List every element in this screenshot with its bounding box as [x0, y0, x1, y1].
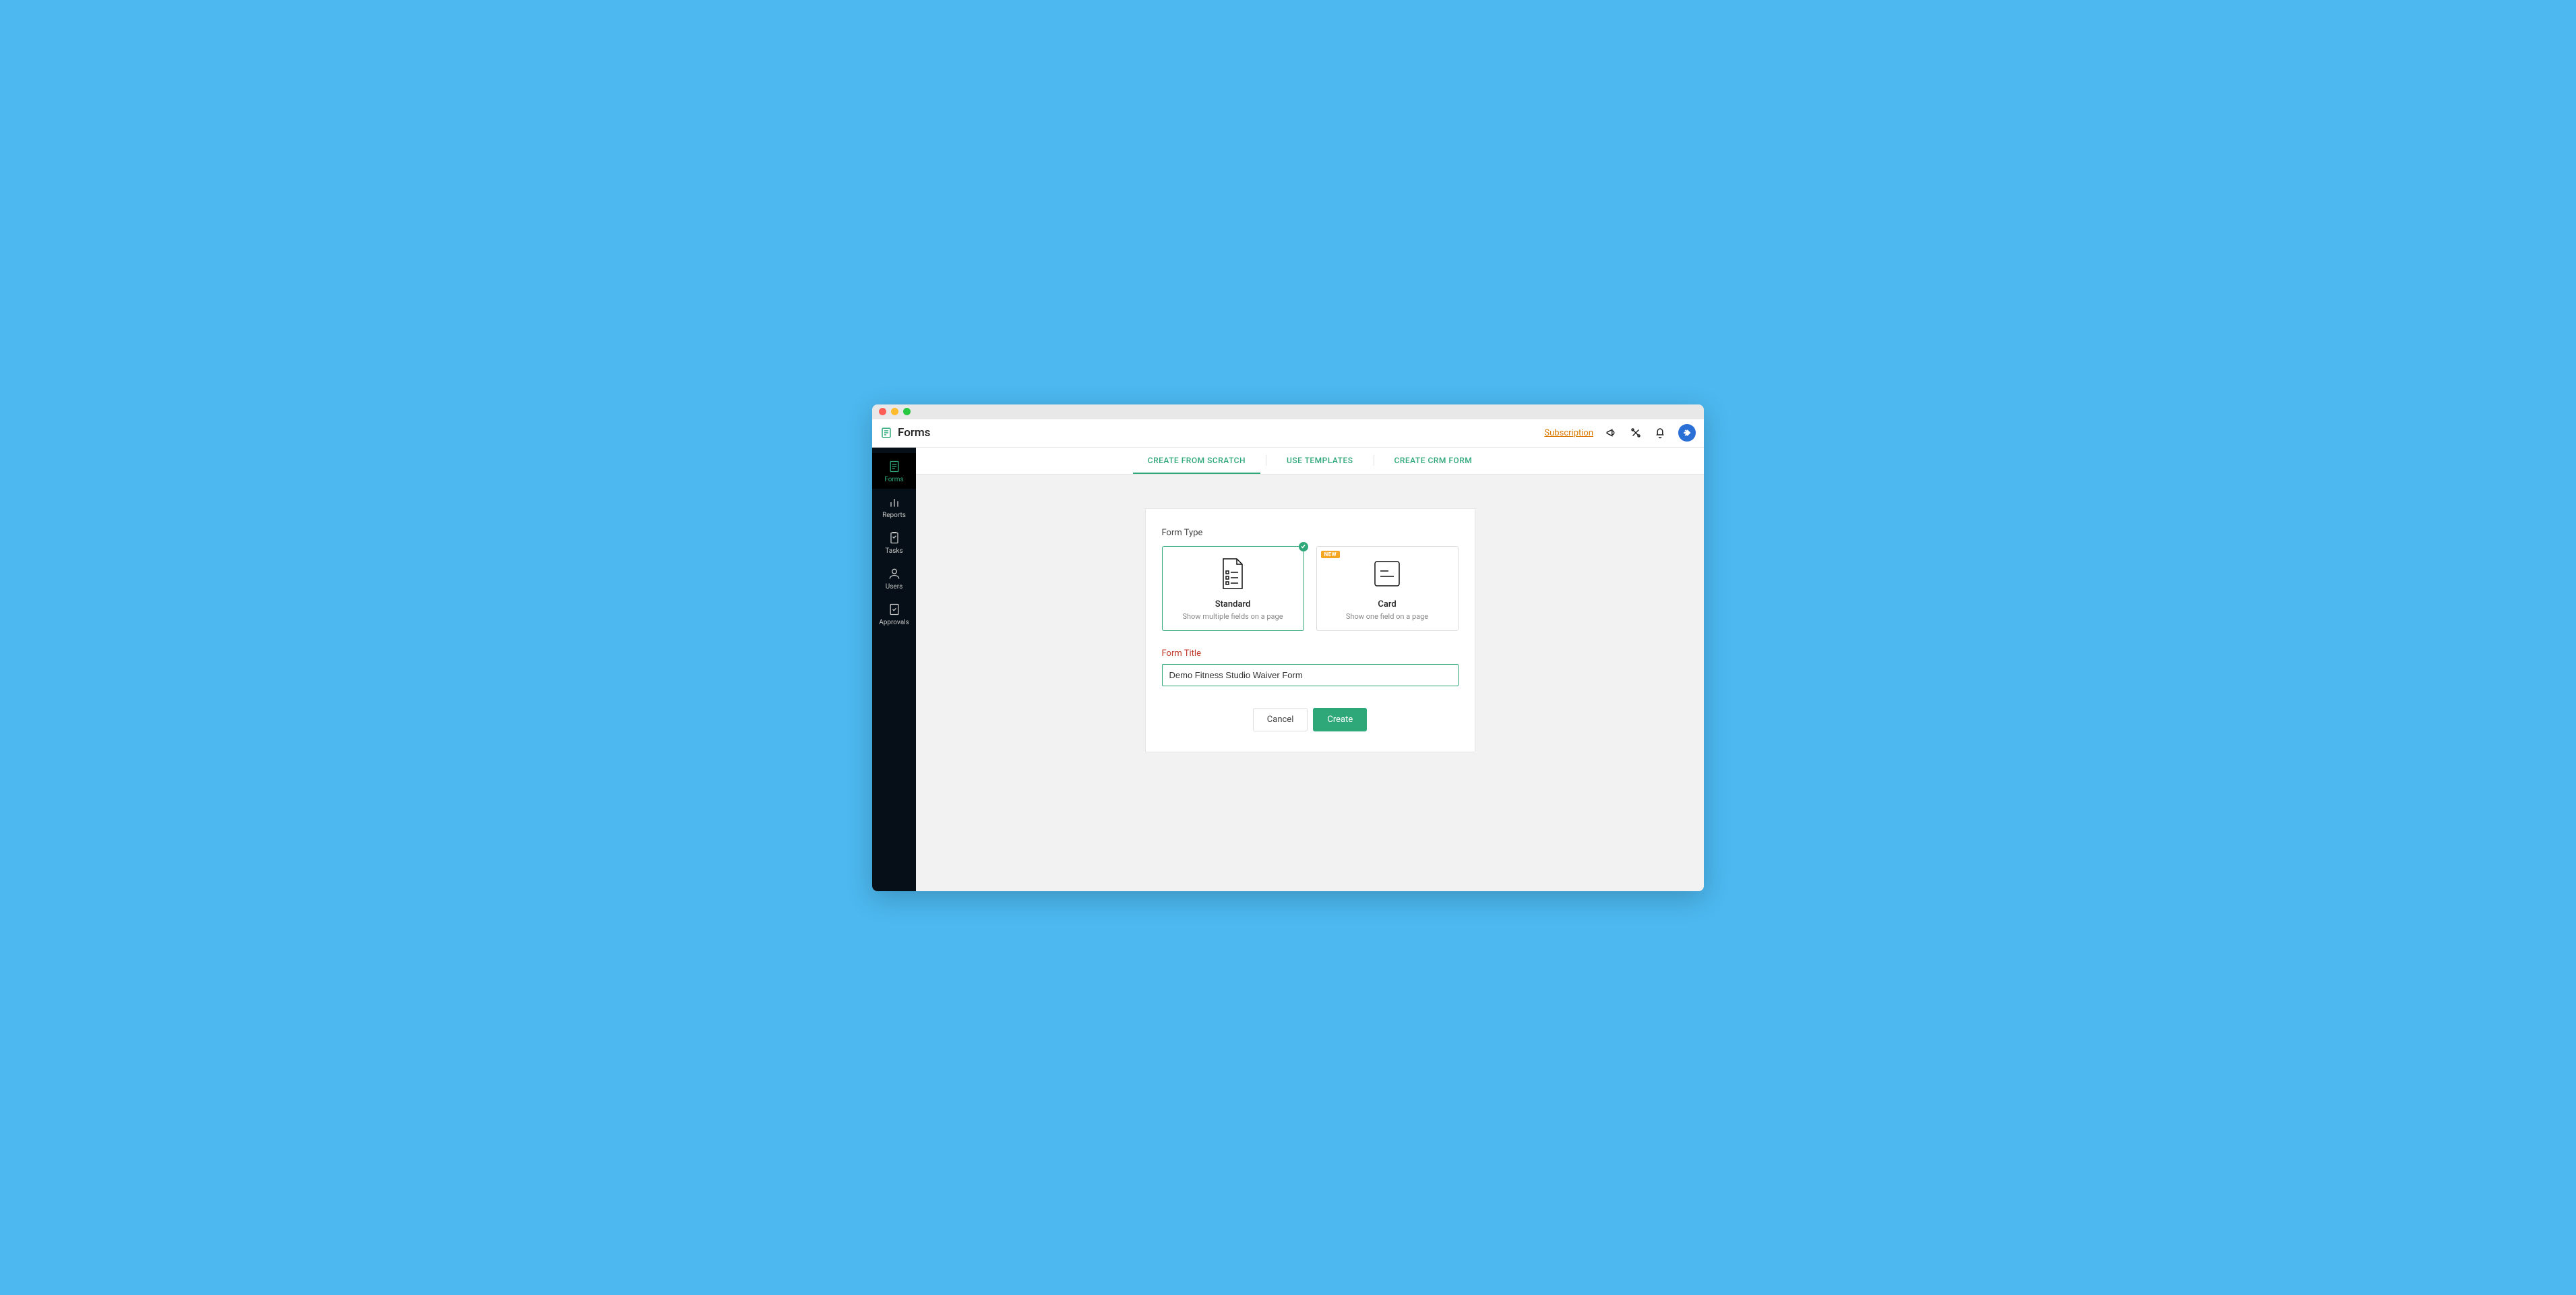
header-bar: Forms Subscription	[872, 419, 1704, 448]
approvals-icon	[888, 603, 901, 616]
form-type-desc: Show multiple fields on a page	[1168, 612, 1298, 621]
titlebar	[872, 404, 1704, 419]
tabs: CREATE FROM SCRATCH USE TEMPLATES CREATE…	[916, 448, 1704, 475]
standard-form-icon	[1218, 558, 1248, 590]
form-type-desc: Show one field on a page	[1322, 612, 1452, 621]
main-area: CREATE FROM SCRATCH USE TEMPLATES CREATE…	[916, 448, 1704, 891]
forms-icon	[888, 460, 901, 473]
sidebar: Forms Reports Tasks Users	[872, 448, 916, 891]
create-button[interactable]: Create	[1313, 708, 1367, 731]
create-form-panel: Form Type	[1145, 508, 1475, 752]
tools-icon[interactable]	[1630, 427, 1642, 439]
window-close-button[interactable]	[879, 408, 886, 415]
tab-create-from-scratch[interactable]: CREATE FROM SCRATCH	[1128, 448, 1266, 474]
check-icon	[1299, 542, 1308, 551]
sidebar-item-forms[interactable]: Forms	[872, 453, 916, 489]
tasks-icon	[888, 531, 901, 545]
sidebar-item-reports[interactable]: Reports	[872, 489, 916, 524]
subscription-link[interactable]: Subscription	[1544, 428, 1593, 438]
app-window: Forms Subscription Forms	[872, 404, 1704, 891]
form-title-input[interactable]	[1162, 664, 1459, 686]
window-minimize-button[interactable]	[891, 408, 898, 415]
card-form-icon	[1372, 558, 1402, 590]
sidebar-item-label: Tasks	[885, 547, 902, 555]
tab-create-crm-form[interactable]: CREATE CRM FORM	[1374, 448, 1493, 474]
app-title: Forms	[898, 426, 930, 440]
sidebar-item-tasks[interactable]: Tasks	[872, 524, 916, 560]
bell-icon[interactable]	[1654, 427, 1666, 439]
sidebar-item-users[interactable]: Users	[872, 560, 916, 596]
tab-use-templates[interactable]: USE TEMPLATES	[1266, 448, 1374, 474]
window-maximize-button[interactable]	[903, 408, 911, 415]
sidebar-item-label: Forms	[884, 476, 903, 483]
form-type-label: Form Type	[1162, 528, 1459, 538]
cancel-button[interactable]: Cancel	[1253, 708, 1308, 731]
form-type-card[interactable]: NEW Card Show one field on a page	[1316, 546, 1459, 631]
announce-icon[interactable]	[1605, 427, 1618, 439]
form-type-name: Card	[1322, 599, 1452, 609]
form-title-label: Form Title	[1162, 649, 1459, 659]
sidebar-item-label: Reports	[882, 512, 906, 519]
form-type-standard[interactable]: Standard Show multiple fields on a page	[1162, 546, 1304, 631]
sidebar-item-approvals[interactable]: Approvals	[872, 596, 916, 632]
forms-app-icon	[880, 427, 892, 439]
new-badge: NEW	[1321, 551, 1341, 558]
sidebar-item-label: Users	[886, 583, 903, 591]
reports-icon	[888, 495, 901, 509]
users-icon	[888, 567, 901, 580]
form-type-name: Standard	[1168, 599, 1298, 609]
sidebar-item-label: Approvals	[879, 619, 909, 626]
user-avatar[interactable]	[1678, 424, 1696, 442]
